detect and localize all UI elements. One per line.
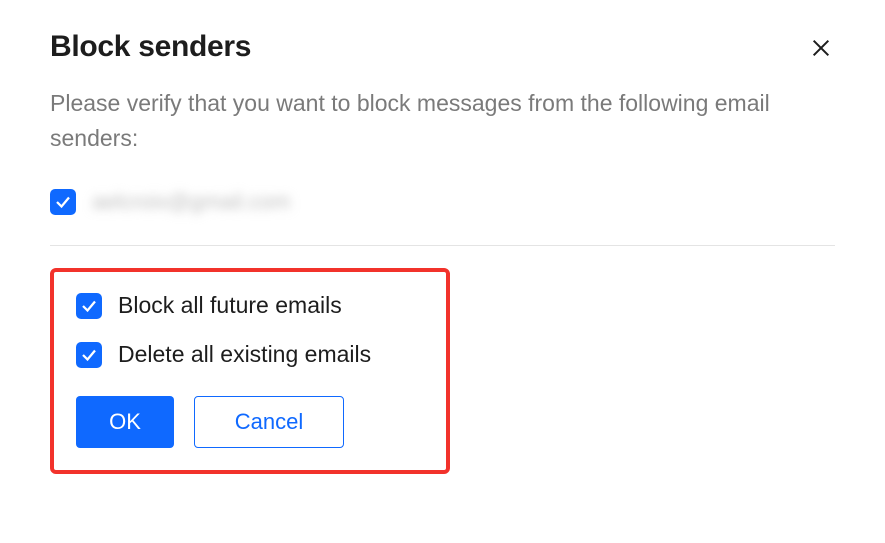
sender-email: aelcroix@gmail.com: [92, 189, 290, 215]
divider: [50, 245, 835, 246]
option-block-future: Block all future emails: [76, 292, 424, 319]
options-highlight-box: Block all future emails Delete all exist…: [50, 268, 450, 474]
ok-button[interactable]: OK: [76, 396, 174, 448]
block-future-checkbox[interactable]: [76, 293, 102, 319]
dialog-header: Block senders: [50, 30, 835, 64]
checkmark-icon: [80, 346, 98, 364]
checkmark-icon: [80, 297, 98, 315]
option-delete-existing: Delete all existing emails: [76, 341, 424, 368]
button-row: OK Cancel: [76, 396, 424, 448]
dialog-title: Block senders: [50, 30, 251, 64]
cancel-button[interactable]: Cancel: [194, 396, 344, 448]
dialog-description: Please verify that you want to block mes…: [50, 86, 830, 155]
checkmark-icon: [54, 193, 72, 211]
sender-checkbox[interactable]: [50, 189, 76, 215]
close-icon: [810, 37, 832, 59]
close-button[interactable]: [807, 34, 835, 62]
delete-existing-checkbox[interactable]: [76, 342, 102, 368]
delete-existing-label: Delete all existing emails: [118, 341, 371, 368]
sender-row: aelcroix@gmail.com: [50, 189, 835, 215]
block-future-label: Block all future emails: [118, 292, 342, 319]
